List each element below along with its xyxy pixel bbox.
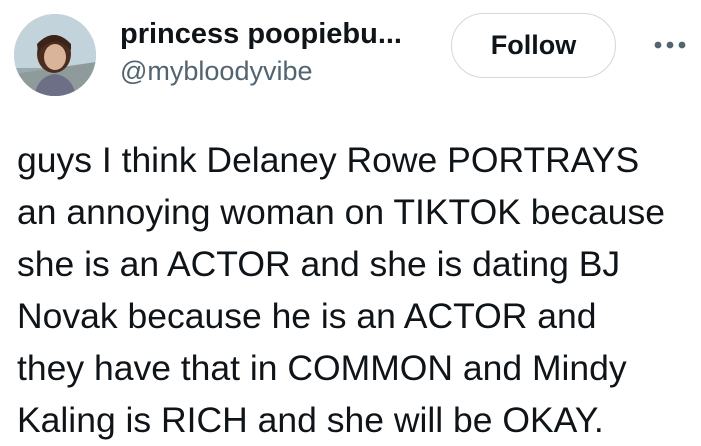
author-handle[interactable]: @mybloodyvibe	[120, 54, 402, 88]
avatar-photo	[14, 14, 96, 96]
user-info: princess poopiebu... @mybloodyvibe	[120, 16, 402, 88]
tweet-text: guys I think Delaney Rowe PORTRAYS an an…	[17, 140, 665, 440]
avatar[interactable]	[14, 14, 96, 96]
tweet-card: princess poopiebu... @mybloodyvibe Follo…	[0, 0, 701, 445]
author-display-name[interactable]: princess poopiebu...	[120, 16, 402, 52]
follow-button[interactable]: Follow	[451, 13, 616, 78]
more-horizontal-icon	[654, 41, 686, 49]
more-options-button[interactable]	[650, 30, 690, 60]
